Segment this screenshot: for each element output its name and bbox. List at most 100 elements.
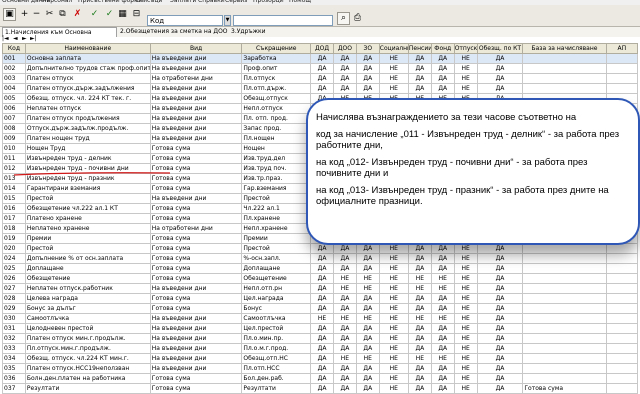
column-header[interactable]: Фонд: [430, 43, 455, 54]
prev-record-icon[interactable]: ◄: [13, 35, 18, 42]
table-row[interactable]: 002 Допълнително трудов стаж проф.опит На …: [2, 63, 639, 74]
table-cell: Нощен Труд: [24, 143, 151, 154]
table-cell: Резултати: [24, 383, 151, 394]
last-record-icon[interactable]: ►|: [30, 35, 37, 42]
table-row[interactable]: 027 Неплатен отпуск.работник На въведени д…: [2, 283, 639, 294]
table-cell: ДА: [332, 383, 357, 394]
table-cell: ДА: [430, 333, 455, 344]
new-record-icon[interactable]: ▣: [3, 8, 16, 21]
search-input[interactable]: [233, 15, 333, 26]
table-row[interactable]: 034 Обезщ. отпуск. чл.224 КТ мин.г. На във…: [2, 353, 639, 364]
table-cell: Готова сума: [149, 203, 243, 214]
table-cell: ДА: [407, 323, 432, 334]
table-row[interactable]: 001 Основна заплата На въведени дни Заработ…: [2, 53, 639, 64]
copy-icon[interactable]: ⧉: [56, 8, 69, 21]
table-row[interactable]: 024 Допълнение % от осн.заплата Готова сум…: [2, 253, 639, 264]
table-cell: Пл.хранене: [241, 213, 312, 224]
kod-select[interactable]: Код: [147, 15, 223, 26]
table-row[interactable]: 004 Платен отпуск.държ.задължения На въвед…: [2, 83, 639, 94]
cancel-icon[interactable]: ✗: [71, 8, 84, 21]
table-cell: НЕ: [453, 263, 478, 274]
table-row[interactable]: 033 Пл.отпуск.мин.г.продълж. На въведени д…: [2, 343, 639, 354]
table-cell: Обезщ.отпуск: [241, 93, 312, 104]
column-header[interactable]: Обезщ. по КТ: [476, 43, 524, 54]
table-cell: 017: [2, 213, 26, 224]
tab-doo-compensations[interactable]: 2.Обезщетения за сметка на ДОО: [118, 27, 232, 37]
next-record-icon[interactable]: ►: [22, 35, 27, 42]
table-cell: ДА: [355, 343, 380, 354]
menu-item[interactable]: Справки: [198, 0, 225, 4]
table-cell: Допълнително трудов стаж проф.опит: [24, 63, 151, 74]
cut-icon[interactable]: ✂: [43, 8, 56, 21]
filter-icon[interactable]: ⊟: [130, 8, 143, 21]
remove-icon[interactable]: −: [30, 8, 43, 21]
column-header[interactable]: ДОО: [332, 43, 357, 54]
table-cell: Готова сума: [149, 243, 243, 254]
tab-accruals[interactable]: 1.Начисления към Основна заплата: [2, 27, 117, 46]
grid-icon[interactable]: ▦: [116, 8, 129, 21]
table-row[interactable]: 028 Целева награда Готова сума Цел.награда Д…: [2, 293, 639, 304]
table-row[interactable]: 020 Престой Готова сума Престой ДА ДА ДА НЕ ДА ДА…: [2, 243, 639, 254]
menu-item[interactable]: Сервиз: [225, 0, 247, 4]
table-row[interactable]: 030 Самоотлъчка На въведени дни Самоотлъчка…: [2, 313, 639, 324]
menu-item[interactable]: Списъци: [135, 0, 163, 4]
column-header[interactable]: ДОД: [310, 43, 334, 54]
column-header[interactable]: АП: [605, 43, 639, 54]
table-row[interactable]: 036 Болн.ден.платен на работника Готова су…: [2, 373, 639, 384]
table-cell: Готова сума: [149, 383, 243, 394]
table-row[interactable]: 032 Платен отпуск мин.г.продълж. На въведе…: [2, 333, 639, 344]
table-row[interactable]: 035 Платен отпуск.НСС19неползван На въведе…: [2, 363, 639, 374]
confirm-icon[interactable]: ✓: [88, 8, 101, 21]
table-row[interactable]: 037 Резултати Готова сума Резултати ДА ДА ДА НЕ…: [2, 383, 639, 394]
table-cell: [522, 243, 607, 254]
menu-item[interactable]: Персонал: [42, 0, 72, 4]
table-cell: На въведени дни: [149, 323, 243, 334]
column-header[interactable]: База за начисляване: [522, 43, 607, 54]
table-cell: Гар.вземания: [241, 183, 312, 194]
column-header[interactable]: Код: [2, 43, 26, 54]
check-icon[interactable]: ✓: [103, 8, 116, 21]
table-cell: ДА: [430, 73, 455, 84]
tab-deductions[interactable]: 3.Удръжки: [229, 27, 293, 37]
table-cell: Целодневен престой: [24, 323, 151, 334]
table-cell: Готова сума: [522, 383, 607, 394]
binoculars-icon[interactable]: ⌕: [337, 12, 350, 25]
menu-item[interactable]: Заплати: [170, 0, 196, 4]
table-cell: [605, 373, 639, 384]
table-cell: На въведени дни: [149, 363, 243, 374]
callout-bubble: Начислява възнаграждението за тези часов…: [306, 98, 640, 245]
chevron-down-icon[interactable]: ▼: [224, 15, 231, 26]
table-cell: НЕ: [453, 253, 478, 264]
table-row[interactable]: 031 Целодневен престой На въведени дни Цел.…: [2, 323, 639, 334]
table-cell: ДА: [355, 373, 380, 384]
table-cell: НЕ: [430, 273, 455, 284]
table-cell: Неплатен отпуск.работник: [24, 283, 151, 294]
table-cell: ДА: [310, 383, 334, 394]
column-header[interactable]: Отпуск: [453, 43, 478, 54]
table-cell: Самоотлъчка: [241, 313, 312, 324]
table-cell: Платен нощен труд: [24, 133, 151, 144]
table-cell: НЕ: [407, 353, 432, 364]
column-header[interactable]: Наименование: [24, 43, 151, 54]
menu-item[interactable]: Помощ: [289, 0, 311, 4]
table-cell: Отпуск.държ.задълж.продълж.: [24, 123, 151, 134]
menu-item[interactable]: Прозорци: [253, 0, 284, 4]
print-icon[interactable]: ⎙: [351, 12, 364, 25]
table-row[interactable]: 026 Обезщетение Готова сума Обезщетение ДА НЕ…: [2, 273, 639, 284]
table-cell: Неплатено хранене: [24, 223, 151, 234]
column-header[interactable]: Социални: [378, 43, 409, 54]
column-header[interactable]: Пенсии: [407, 43, 432, 54]
menu-item[interactable]: Присъствени форми: [78, 0, 143, 4]
table-cell: ДА: [430, 53, 455, 64]
column-header[interactable]: Вид: [149, 43, 243, 54]
table-cell: Пл.отпуск.мин.г.продълж.: [24, 343, 151, 354]
column-header[interactable]: ЗО: [355, 43, 380, 54]
table-row[interactable]: 025 Доплащане Готова сума Доплащане ДА ДА ДА НЕ…: [2, 263, 639, 274]
table-cell: На въведени дни: [149, 63, 243, 74]
first-record-icon[interactable]: |◄: [2, 35, 9, 42]
column-header[interactable]: Съкращение: [241, 43, 312, 54]
table-cell: Бонус: [241, 303, 312, 314]
table-cell: НЕ: [378, 383, 409, 394]
table-row[interactable]: 029 Бонус за дълъг Готова сума Бонус ДА ДА ДА Н…: [2, 303, 639, 314]
table-row[interactable]: 003 Платен отпуск На отработени дни Пл.отпу…: [2, 73, 639, 84]
